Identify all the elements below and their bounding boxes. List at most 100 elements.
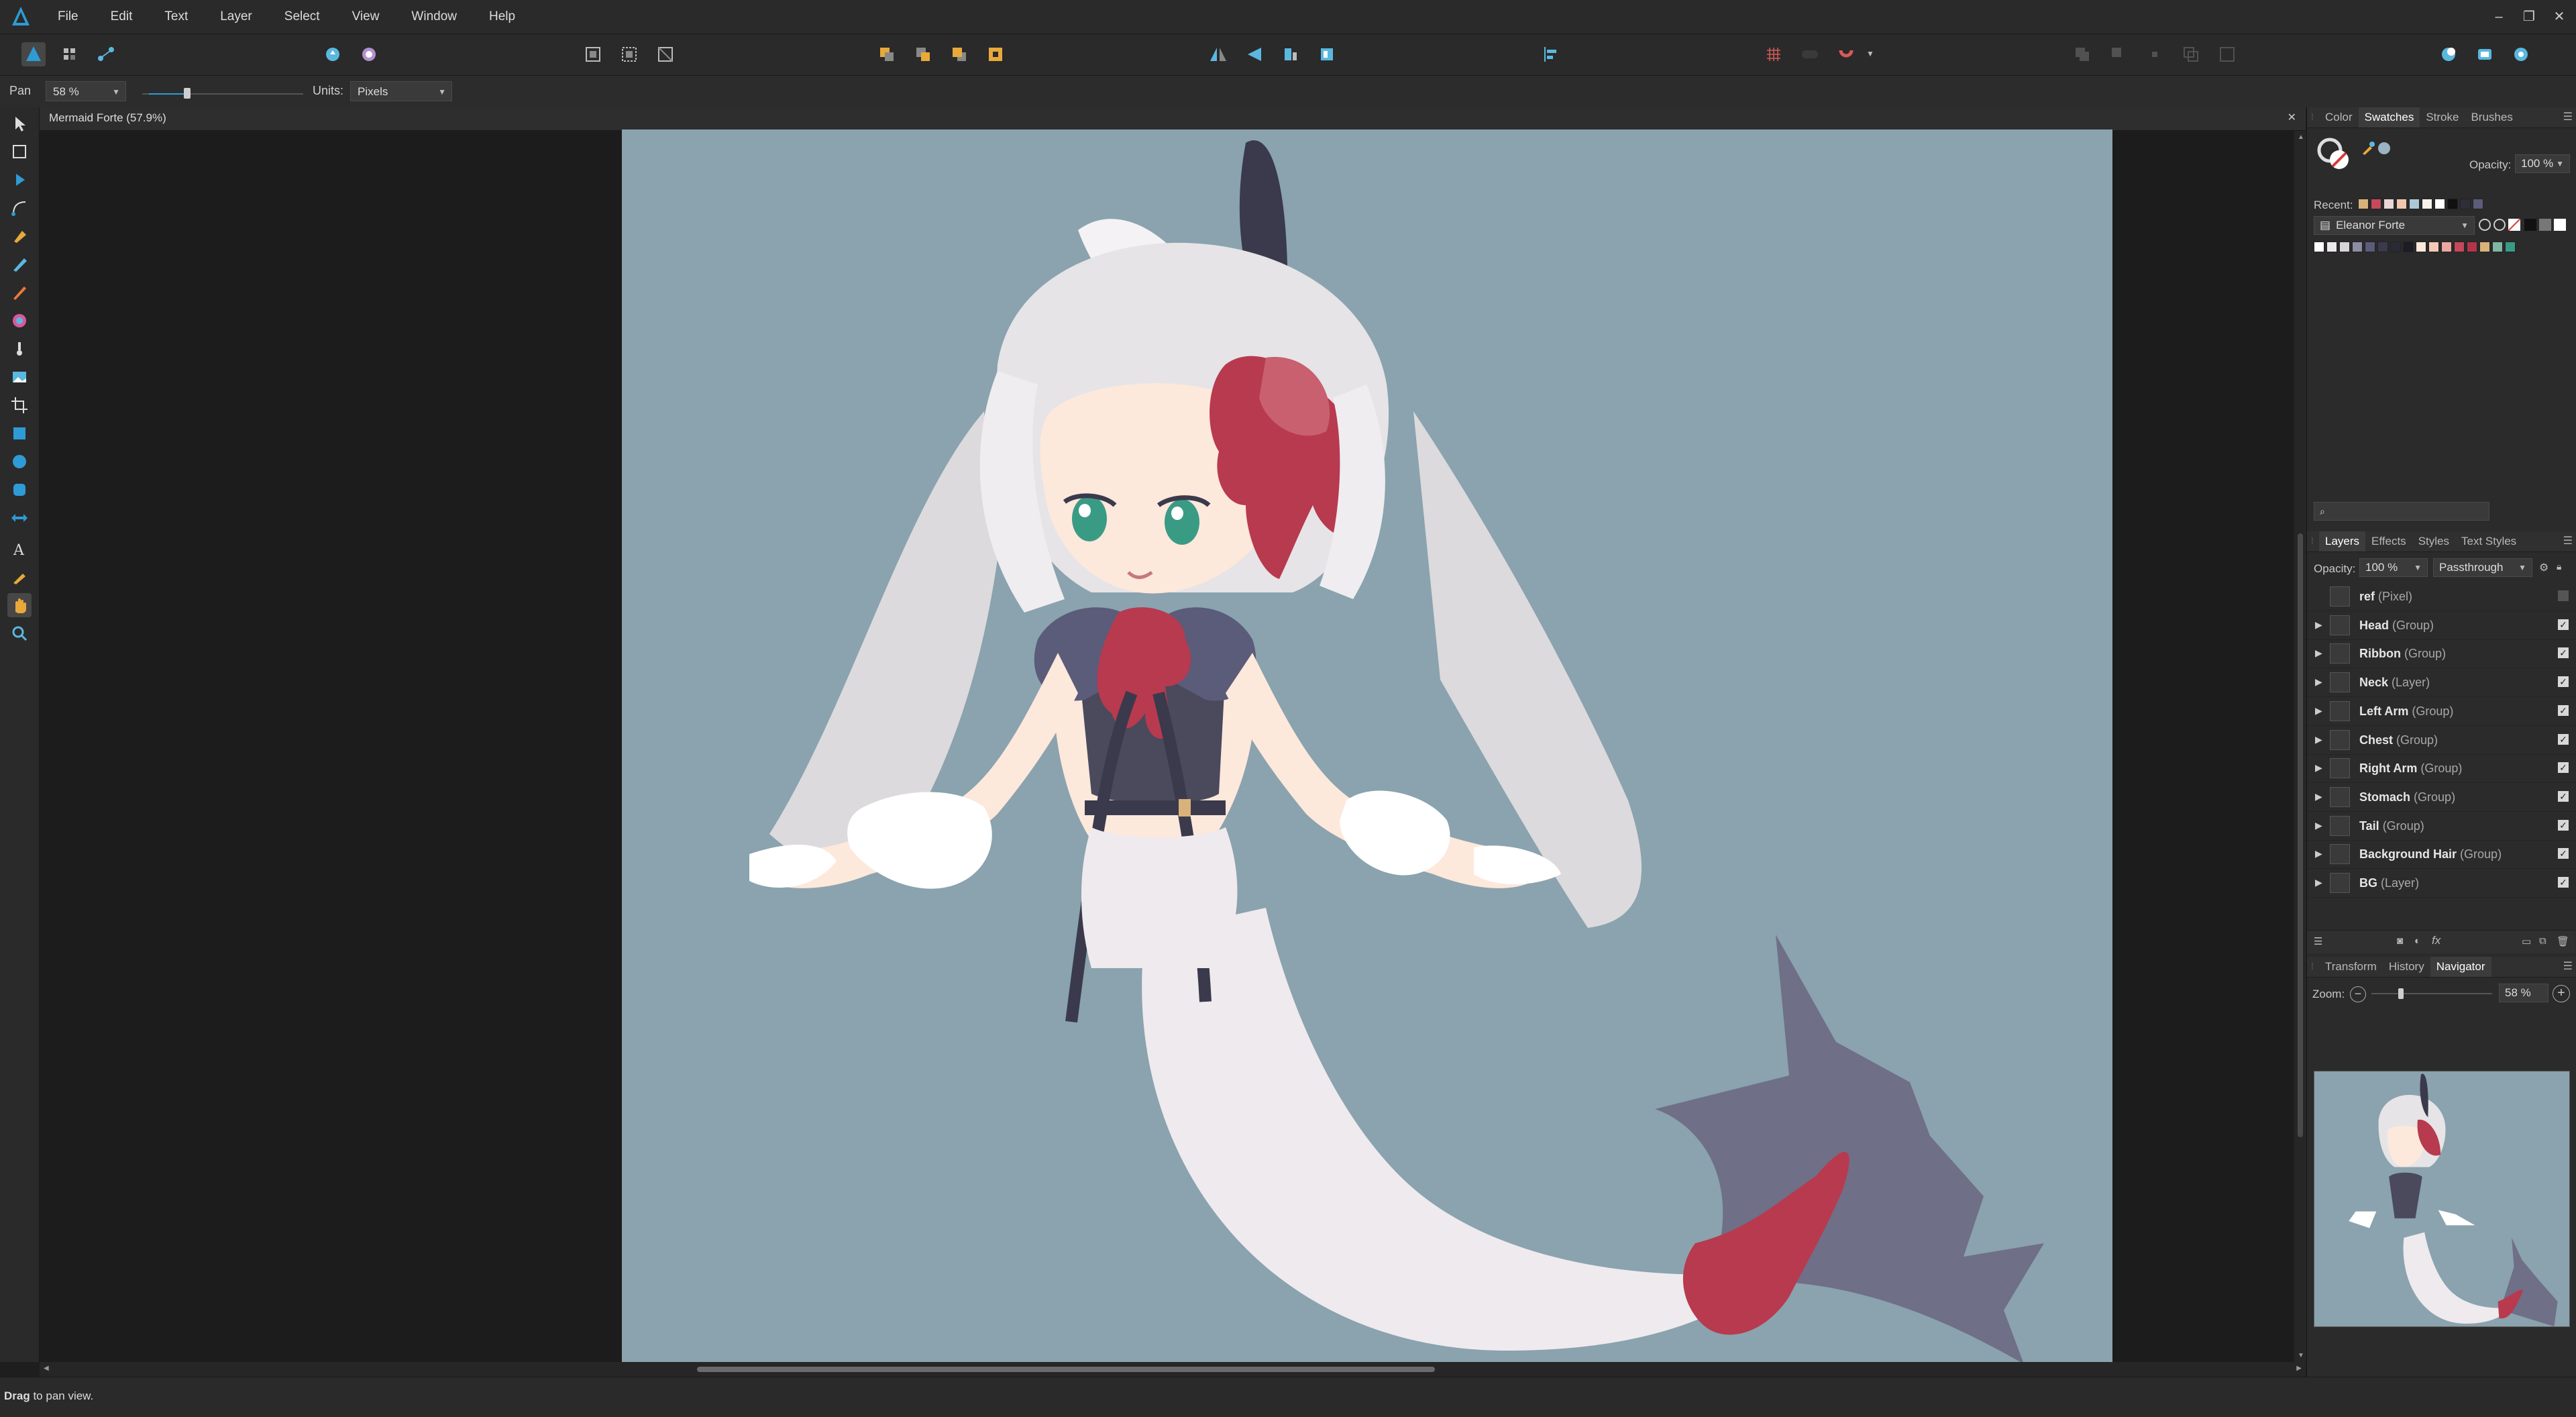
expand-arrow-icon[interactable]: ▶ [2315,676,2322,688]
artboard-tool-icon[interactable] [7,140,32,164]
tab-navigator[interactable]: Navigator [2430,957,2491,977]
layer-row[interactable]: ▶ BG (Layer) ✓ [2307,869,2575,898]
assistant-icon[interactable] [357,42,381,66]
pixel-persona-icon[interactable] [58,42,82,66]
color-swatch[interactable] [2422,199,2432,209]
move-to-back-icon[interactable] [875,42,899,66]
adjustment-icon[interactable]: ◐ [2414,935,2420,947]
horizontal-scroll-thumb[interactable] [697,1367,1435,1372]
rotate-right-icon[interactable] [1315,42,1339,66]
color-swatch[interactable] [2428,242,2439,252]
align-icon[interactable] [1539,42,1563,66]
color-swatch[interactable] [2371,199,2381,209]
panel-menu-icon[interactable]: ☰ [2563,959,2573,973]
vertical-scrollbar[interactable]: ▲ ▼ [2294,131,2306,1362]
sync-icon[interactable] [321,42,345,66]
color-swatch[interactable] [2416,242,2426,252]
lock-icon[interactable]: 🔒︎ [2557,561,2561,572]
duplicate-layer-icon[interactable]: ⧉ [2539,935,2546,947]
navigator-zoom-field[interactable]: 58 % [2499,984,2548,1002]
visibility-checkbox[interactable]: ✓ [2558,676,2569,688]
expand-arrow-icon[interactable]: ▶ [2315,877,2322,888]
color-swatch[interactable] [2390,242,2401,252]
minimize-button[interactable]: – [2482,0,2516,34]
vector-brush-tool-icon[interactable] [7,280,32,305]
menu-file[interactable]: File [42,0,95,34]
layer-row[interactable]: ▶ Stomach (Group) ✓ [2307,783,2575,812]
swatches-opacity-field[interactable]: 100 % ▼ [2515,154,2570,173]
close-window-button[interactable]: ✕ [2542,0,2576,34]
expand-arrow-icon[interactable]: ▶ [2315,647,2322,659]
color-swatch[interactable] [2447,199,2458,209]
panel-menu-icon[interactable]: ☰ [2563,534,2573,547]
tab-history[interactable]: History [2383,957,2430,977]
zoom-dropdown-icon[interactable]: ▼ [112,82,120,102]
panel-menu-icon[interactable]: ☰ [2563,110,2573,123]
color-swatch[interactable] [2409,199,2420,209]
rounded-rectangle-tool-icon[interactable] [7,478,32,502]
units-dropdown-icon[interactable]: ▼ [438,82,446,102]
visibility-checkbox[interactable]: ✓ [2558,790,2569,802]
color-swatch[interactable] [2339,242,2350,252]
color-swatch[interactable] [2479,242,2490,252]
tab-effects[interactable]: Effects [2365,531,2412,552]
rectangle-tool-icon[interactable] [7,421,32,445]
panel-grip-icon[interactable]: ⁞ [2311,111,2314,122]
crop-tool-icon[interactable] [7,393,32,417]
tab-brushes[interactable]: Brushes [2465,107,2518,127]
color-swatch[interactable] [2377,242,2388,252]
node-tool-icon[interactable] [7,168,32,192]
scroll-down-icon[interactable]: ▼ [2298,1352,2304,1359]
color-swatch[interactable] [2441,242,2452,252]
eyedropper-icon[interactable] [2361,141,2375,156]
layer-settings-icon[interactable]: ⚙ [2539,561,2548,574]
palette-select[interactable]: ▤ Eleanor Forte ▼ [2314,216,2475,235]
tab-styles[interactable]: Styles [2412,531,2455,552]
expand-arrow-icon[interactable]: ▶ [2315,820,2322,831]
menu-select[interactable]: Select [268,0,336,34]
pen-tool-icon[interactable] [7,224,32,248]
layer-row[interactable]: ▶ Tail (Group) ✓ [2307,812,2575,841]
layer-row[interactable]: ref (Pixel) [2307,582,2575,611]
color-swatch[interactable] [2454,242,2465,252]
zoom-tool-icon[interactable] [7,621,32,645]
view-mode-3-icon[interactable] [653,42,678,66]
color-swatch[interactable] [2473,199,2483,209]
zoom-in-icon[interactable]: + [2553,985,2570,1002]
navigator-zoom-handle[interactable] [2398,988,2404,999]
menu-edit[interactable]: Edit [95,0,149,34]
color-swatch[interactable] [2352,242,2363,252]
swatch-search-input[interactable]: ⌕ [2314,502,2489,521]
color-swatch[interactable] [2505,242,2516,252]
horizontal-scrollbar[interactable]: ◀ ▶ [40,1362,2306,1377]
fill-tool-icon[interactable] [7,309,32,333]
close-document-icon[interactable]: ✕ [2288,111,2296,124]
scroll-up-icon[interactable]: ▲ [2298,134,2304,141]
layer-row[interactable]: ▶ Chest (Group) ✓ [2307,726,2575,755]
layer-row[interactable]: ▶ Ribbon (Group) ✓ [2307,639,2575,669]
color-swatch[interactable] [2434,199,2445,209]
snapping-magnet-icon[interactable] [1834,42,1858,66]
layer-row[interactable]: ▶ Background Hair (Group) ✓ [2307,840,2575,870]
fx-icon[interactable]: fx [2432,934,2440,947]
quick-mask-icon[interactable] [2436,42,2461,66]
designer-persona-icon[interactable] [21,42,46,66]
layer-row[interactable]: ▶ Head (Group) ✓ [2307,611,2575,640]
tab-stroke[interactable]: Stroke [2420,107,2465,127]
menu-text[interactable]: Text [148,0,204,34]
move-tool-icon[interactable] [7,111,32,136]
shape-tools-icon[interactable] [7,506,32,530]
corner-tool-icon[interactable] [7,196,32,220]
visibility-checkbox[interactable]: ✓ [2558,762,2569,774]
vertical-scroll-thumb[interactable] [2298,533,2303,1137]
none-swatch-icon[interactable] [2508,218,2521,231]
move-to-front-icon[interactable] [983,42,1008,66]
color-swatch[interactable] [2492,242,2503,252]
pencil-tool-icon[interactable] [7,252,32,276]
visibility-checkbox[interactable]: ✓ [2558,877,2569,888]
view-mode-2-icon[interactable] [617,42,641,66]
expand-arrow-icon[interactable]: ▶ [2315,619,2322,631]
color-swatch[interactable] [2314,242,2324,252]
tab-transform[interactable]: Transform [2319,957,2383,977]
color-swatch[interactable] [2326,242,2337,252]
